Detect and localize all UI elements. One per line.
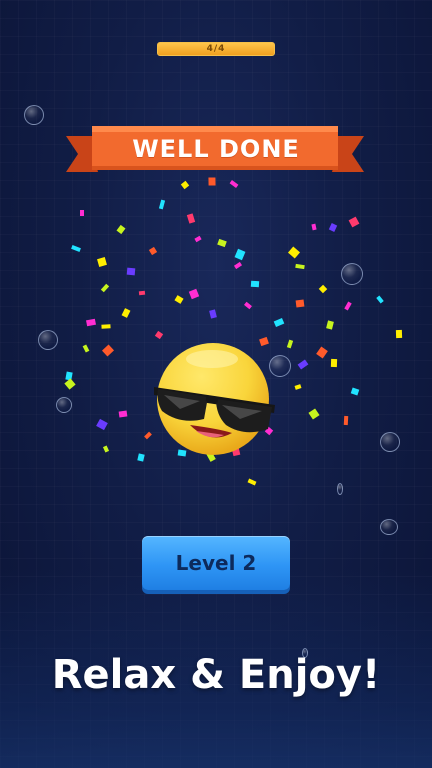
bubble — [380, 432, 400, 452]
confetti-piece — [273, 317, 285, 328]
confetti-piece — [343, 415, 349, 426]
confetti-piece — [158, 199, 166, 210]
confetti-piece — [308, 408, 320, 420]
confetti-piece — [64, 378, 76, 390]
confetti-piece — [376, 295, 384, 304]
confetti-piece — [326, 320, 334, 330]
confetti-piece — [126, 267, 136, 276]
confetti-piece — [217, 238, 227, 248]
confetti-piece — [295, 263, 305, 270]
confetti-piece — [194, 235, 202, 243]
confetti-piece — [350, 387, 360, 396]
confetti-piece — [247, 478, 257, 486]
confetti-piece — [100, 283, 110, 293]
confetti-piece — [148, 246, 158, 256]
confetti-piece — [297, 359, 309, 370]
confetti-piece — [294, 384, 302, 390]
confetti-piece — [97, 257, 107, 267]
confetti-piece — [102, 445, 110, 453]
confetti-piece — [80, 210, 84, 216]
confetti-piece — [395, 329, 403, 339]
confetti-piece — [137, 453, 145, 462]
confetti-piece — [174, 295, 184, 304]
confetti-piece — [188, 288, 200, 300]
confetti-piece — [101, 344, 115, 357]
well-done-title: WELL DONE — [132, 135, 300, 163]
confetti-piece — [86, 318, 96, 327]
confetti-piece — [286, 339, 294, 349]
bubble — [337, 483, 343, 495]
confetti-piece — [138, 290, 146, 296]
cool-emoji-face — [154, 343, 275, 455]
confetti-piece — [65, 371, 73, 381]
confetti-piece — [121, 308, 131, 318]
confetti-piece — [118, 410, 128, 418]
confetti-piece — [287, 246, 301, 259]
confetti-piece — [209, 309, 217, 319]
next-level-button[interactable]: Level 2 — [142, 536, 290, 590]
confetti-piece — [96, 418, 108, 431]
bubble — [380, 519, 398, 535]
confetti-piece — [82, 344, 90, 353]
bubble — [56, 397, 72, 413]
confetti-piece — [348, 216, 360, 228]
confetti-piece — [116, 224, 126, 235]
next-level-button-label: Level 2 — [175, 551, 257, 575]
bubble — [341, 263, 363, 285]
bubble — [38, 330, 58, 350]
confetti-piece — [328, 223, 338, 232]
confetti-piece — [71, 245, 81, 252]
level-progress-bar: 4/4 — [157, 42, 275, 56]
confetti-piece — [186, 213, 196, 224]
bubble — [24, 105, 44, 125]
confetti-piece — [233, 261, 243, 270]
confetti-piece — [330, 358, 338, 368]
confetti-piece — [344, 301, 352, 311]
level-progress-label: 4/4 — [206, 44, 226, 54]
confetti-piece — [244, 301, 252, 310]
confetti-piece — [316, 346, 328, 359]
confetti-piece — [101, 324, 111, 329]
confetti-piece — [318, 284, 328, 294]
confetti-piece — [234, 248, 246, 261]
confetti-piece — [311, 223, 317, 231]
confetti-piece — [295, 299, 305, 308]
tagline: Relax & Enjoy! — [51, 652, 381, 698]
confetti-piece — [250, 280, 260, 288]
